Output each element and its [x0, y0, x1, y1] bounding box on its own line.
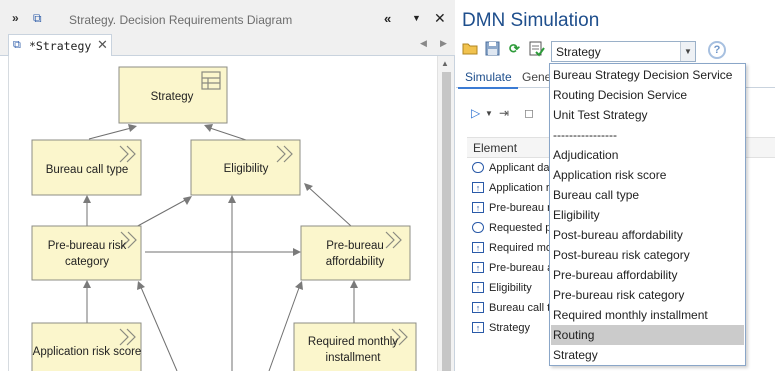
expand-icon[interactable]: »: [12, 11, 19, 25]
run-options-chevron-icon[interactable]: ▼: [485, 109, 493, 118]
node-pre-bureau-affordability-label-1: Pre-bureau: [326, 240, 384, 252]
refresh-icon[interactable]: ⟳: [506, 40, 523, 57]
diagram-tab-strip: ⧉ *Strategy ✕ ◀ ▶: [0, 34, 455, 57]
node-strategy[interactable]: Strategy: [118, 66, 228, 124]
node-application-risk-score-label: Application risk score: [33, 346, 142, 358]
collapse-icon[interactable]: «: [384, 11, 391, 26]
node-bureau-call-type-label: Bureau call type: [46, 164, 128, 176]
node-pre-bureau-risk-label-1: Pre-bureau risk: [48, 240, 127, 252]
model-select-value: Strategy: [556, 45, 601, 59]
diagram-type-icon: ⧉: [33, 11, 42, 25]
node-required-monthly-label-1: Required monthly: [308, 336, 398, 348]
list-item[interactable]: ↑ Eligibility: [470, 279, 550, 299]
list-item[interactable]: ↑ Bureau call t: [470, 299, 550, 319]
node-eligibility[interactable]: Eligibility: [190, 139, 301, 196]
tab-label: *Strategy: [29, 39, 92, 53]
decision-icon: ↑: [472, 282, 484, 293]
input-data-icon: [472, 162, 484, 173]
decision-icon: ↑: [472, 202, 484, 213]
model-select-dropdown: Bureau Strategy Decision Service Routing…: [549, 63, 746, 366]
decision-icon: ↑: [472, 182, 484, 193]
input-data-icon: [472, 222, 484, 233]
tab-general[interactable]: Gene: [522, 70, 551, 84]
dropdown-separator: ----------------: [553, 128, 617, 142]
dropdown-option[interactable]: Bureau Strategy Decision Service: [551, 65, 744, 85]
dropdown-option[interactable]: Routing Decision Service: [551, 85, 744, 105]
dropdown-option[interactable]: Bureau call type: [551, 185, 744, 205]
list-item[interactable]: Applicant da: [470, 159, 550, 179]
model-select[interactable]: Strategy ▼: [551, 41, 696, 62]
help-icon[interactable]: ?: [708, 41, 726, 59]
step-icon[interactable]: ⇥: [499, 106, 509, 120]
dropdown-option[interactable]: Strategy: [551, 345, 744, 365]
node-pre-bureau-affordability[interactable]: Pre-bureau affordability: [300, 225, 411, 281]
dropdown-option[interactable]: Application risk score: [551, 165, 744, 185]
node-application-risk-score[interactable]: Application risk score: [31, 322, 142, 371]
list-item[interactable]: ↑ Pre-bureau r: [470, 199, 551, 219]
tab-scroll-right-icon[interactable]: ▶: [440, 38, 447, 49]
node-required-monthly-label-2: installment: [326, 352, 382, 364]
list-item[interactable]: ↑ Required mon: [470, 239, 558, 259]
dropdown-option[interactable]: Post-bureau affordability: [551, 225, 744, 245]
list-item[interactable]: ↑ Strategy: [470, 319, 550, 339]
list-item[interactable]: ↑ Pre-bureau a: [470, 259, 553, 279]
decision-icon: ↑: [472, 322, 484, 333]
pane-menu-icon[interactable]: ▼: [412, 13, 421, 23]
dropdown-option[interactable]: Pre-bureau affordability: [551, 265, 744, 285]
open-folder-icon[interactable]: [462, 40, 479, 57]
element-list: Applicant da ↑ Application ri ↑ Pre-bure…: [470, 159, 558, 339]
tab-simulate-label: Simulate: [465, 70, 512, 84]
decision-icon: ↑: [472, 242, 484, 253]
dropdown-option[interactable]: Eligibility: [551, 205, 744, 225]
tab-simulate[interactable]: Simulate: [458, 66, 518, 89]
dropdown-option[interactable]: Required monthly installment: [551, 305, 744, 325]
diagram-icon: ⧉: [13, 39, 21, 51]
node-required-monthly-installment[interactable]: Required monthly installment: [293, 322, 417, 371]
scroll-up-icon[interactable]: ▲: [441, 59, 449, 68]
validate-icon[interactable]: [528, 40, 545, 57]
node-strategy-label: Strategy: [151, 91, 194, 103]
diagram-title: Strategy. Decision Requirements Diagram: [69, 13, 293, 27]
save-icon[interactable]: [484, 40, 501, 57]
node-bureau-call-type[interactable]: Bureau call type: [31, 139, 142, 196]
list-item[interactable]: Requested p: [470, 219, 551, 239]
stop-icon[interactable]: ◻: [524, 106, 534, 120]
run-icon[interactable]: ▷: [471, 106, 480, 120]
dropdown-option[interactable]: Pre-bureau risk category: [551, 285, 744, 305]
node-eligibility-label: Eligibility: [224, 163, 269, 175]
scrollbar-thumb[interactable]: [442, 72, 451, 371]
decision-icon: ↑: [472, 262, 484, 273]
dropdown-option[interactable]: Adjudication: [551, 145, 744, 165]
chevron-down-icon[interactable]: ▼: [680, 42, 695, 61]
decision-icon: ↑: [472, 302, 484, 313]
dropdown-option[interactable]: Unit Test Strategy: [551, 105, 744, 125]
list-item[interactable]: ↑ Application ri: [470, 179, 552, 199]
dropdown-option-selected[interactable]: Routing: [551, 325, 744, 345]
tab-scroll-left-icon[interactable]: ◀: [420, 38, 427, 49]
node-pre-bureau-risk-label-2: category: [65, 256, 109, 268]
pane-title: DMN Simulation: [462, 10, 600, 31]
tab-strategy[interactable]: ⧉ *Strategy ✕: [8, 34, 112, 57]
vertical-scrollbar[interactable]: ▲: [437, 56, 454, 371]
node-pre-bureau-risk-category[interactable]: Pre-bureau risk category: [31, 225, 142, 281]
element-header-label: Element: [473, 141, 518, 155]
diagram-pane: » ⧉ Strategy. Decision Requirements Diag…: [0, 0, 455, 371]
diagram-title-bar: » ⧉ Strategy. Decision Requirements Diag…: [0, 0, 455, 34]
tab-close-icon[interactable]: ✕: [97, 37, 108, 53]
pane-close-icon[interactable]: ✕: [434, 10, 446, 27]
dropdown-option[interactable]: Post-bureau risk category: [551, 245, 744, 265]
node-pre-bureau-affordability-label-2: affordability: [326, 256, 385, 268]
diagram-canvas[interactable]: Strategy Bureau call type Eligibility Pr…: [8, 56, 436, 371]
